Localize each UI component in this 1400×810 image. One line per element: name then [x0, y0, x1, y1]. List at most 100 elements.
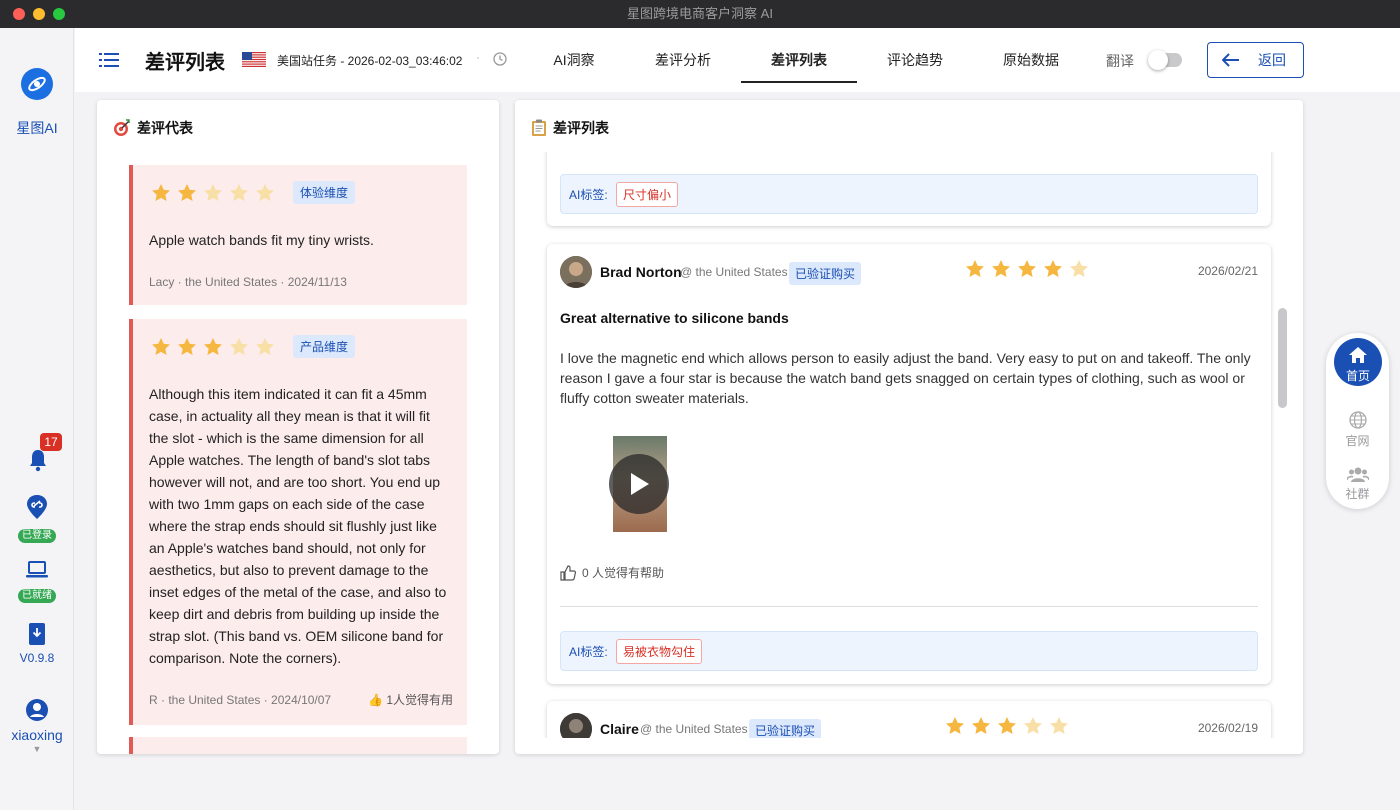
review-card: AI标签: 尺寸偏小	[547, 152, 1271, 226]
version-label: V0.9.8	[19, 651, 55, 665]
username-label: xiaoxing	[11, 727, 63, 743]
panel-title: 差评代表	[113, 118, 193, 138]
representative-review-card[interactable]	[129, 737, 467, 754]
star-filled-icon	[1044, 260, 1062, 277]
window-titlebar: 星图跨境电商客户洞察 AI	[0, 0, 1400, 28]
review-text: Although this item indicated it can fit …	[149, 386, 447, 666]
star-empty-icon	[204, 184, 222, 201]
user-avatar-icon	[26, 699, 48, 721]
star-filled-icon	[946, 717, 964, 734]
login-status-button[interactable]: 已登录	[0, 494, 74, 543]
review-list-scroll[interactable]: AI标签: 尺寸偏小 Brad Norton @ the United Stat…	[515, 152, 1303, 738]
app-sidebar: 星图AI 17 已登录 已就绪 V0.9.8 xiaoxing ▼	[0, 28, 74, 810]
device-status-button[interactable]: 已就绪	[0, 560, 74, 603]
tab-negative-analysis[interactable]: 差评分析	[625, 50, 741, 70]
star-rating	[151, 337, 275, 357]
helpful-button[interactable]: 0 人觉得有帮助	[560, 564, 664, 581]
star-empty-icon	[1050, 717, 1068, 734]
representative-review-card[interactable]: 产品维度 Although this item indicated it can…	[129, 319, 467, 725]
back-button-label: 返回	[1258, 52, 1286, 68]
reviewer-name: Brad Norton	[600, 264, 682, 280]
clipboard-icon	[532, 119, 546, 136]
target-icon	[114, 119, 130, 136]
panel-title-text: 差评代表	[137, 120, 193, 136]
avatar	[560, 256, 592, 288]
ai-tag-label: AI标签:	[569, 188, 608, 202]
back-button[interactable]: 返回	[1207, 42, 1304, 78]
star-filled-icon	[1018, 260, 1036, 277]
login-status-badge: 已登录	[18, 529, 56, 543]
group-icon	[1345, 467, 1370, 482]
community-label: 社群	[1345, 487, 1370, 501]
review-list-scrollbar[interactable]	[1278, 308, 1287, 408]
star-rating	[945, 716, 1069, 736]
star-filled-icon	[204, 338, 222, 355]
ai-tag-label: AI标签:	[569, 645, 608, 659]
community-button[interactable]: 社群	[1326, 466, 1389, 502]
star-filled-icon	[152, 338, 170, 355]
star-empty-icon	[230, 184, 248, 201]
review-date: 2026/02/19	[1197, 721, 1258, 735]
floating-nav: 首页 官网 社群	[1326, 333, 1389, 509]
official-site-button[interactable]: 官网	[1326, 411, 1389, 449]
review-date: 2026/02/21	[1197, 264, 1258, 278]
avatar	[560, 713, 592, 738]
star-filled-icon	[178, 184, 196, 201]
tab-ai-insight[interactable]: AI洞察	[516, 50, 632, 70]
star-empty-icon	[1024, 717, 1042, 734]
panel-title: 差评列表	[531, 118, 609, 138]
tab-negative-list[interactable]: 差评列表	[741, 50, 857, 70]
review-card: Claire @ the United States 已验证购买 2026/02…	[547, 701, 1271, 738]
star-filled-icon	[972, 717, 990, 734]
home-label: 首页	[1345, 369, 1370, 383]
review-body: I love the magnetic end which allows per…	[560, 350, 1251, 406]
review-title: Great alternative to silicone bands	[560, 310, 789, 326]
star-filled-icon	[998, 717, 1016, 734]
tab-raw-data[interactable]: 原始数据	[973, 50, 1089, 70]
play-icon[interactable]	[609, 454, 669, 514]
chevron-down-icon[interactable]: ▼	[0, 743, 74, 755]
star-empty-icon	[256, 184, 274, 201]
negative-review-list-panel: 差评列表 AI标签: 尺寸偏小 Brad Norton @ the United…	[515, 100, 1303, 754]
dimension-tag: 产品维度	[293, 335, 356, 358]
window-title: 星图跨境电商客户洞察 AI	[627, 6, 773, 21]
review-card: Brad Norton @ the United States 已验证购买 20…	[547, 244, 1271, 684]
reviewer-location: @ the United States	[640, 722, 748, 736]
ai-tag-box: AI标签: 尺寸偏小	[560, 174, 1258, 214]
ai-tag-box: AI标签: 易被衣物勾住	[560, 631, 1258, 671]
dimension-tag: 体验维度	[293, 181, 356, 204]
reviewer-name: Claire	[600, 721, 639, 737]
active-tab-indicator	[741, 81, 857, 83]
star-empty-icon	[256, 338, 274, 355]
helpful-count-text: 1人觉得有用	[386, 693, 453, 707]
representative-review-card[interactable]: 体验维度 Apple watch bands fit my tiny wrist…	[129, 165, 467, 305]
update-button[interactable]: V0.9.8	[0, 622, 74, 665]
review-meta: R · the United States · 2024/10/07	[149, 693, 332, 707]
notification-count-badge: 17	[40, 433, 62, 451]
star-filled-icon	[992, 260, 1010, 277]
representative-reviews-panel: 差评代表 体验维度 Apple watch bands fit my tiny …	[97, 100, 499, 754]
app-logo-label: 星图AI	[16, 120, 58, 136]
bell-icon	[30, 450, 46, 472]
reviewer-location: @ the United States	[680, 265, 788, 279]
menu-icon[interactable]	[99, 52, 119, 73]
user-menu[interactable]: xiaoxing ▼	[0, 698, 74, 755]
home-button[interactable]: 首页	[1334, 338, 1382, 386]
star-filled-icon	[152, 184, 170, 201]
ai-tag[interactable]: 易被衣物勾住	[616, 639, 703, 664]
globe-icon	[1348, 411, 1367, 429]
translate-toggle[interactable]	[1148, 50, 1182, 70]
device-status-badge: 已就绪	[18, 589, 56, 603]
phone-download-icon	[29, 623, 45, 645]
verified-purchase-badge: 已验证购买	[789, 262, 862, 285]
notifications-button[interactable]	[0, 448, 74, 477]
official-site-label: 官网	[1345, 434, 1370, 448]
star-rating	[151, 183, 275, 203]
thumbs-up-icon: 👍	[368, 693, 383, 707]
tab-review-trend[interactable]: 评论趋势	[857, 50, 973, 70]
link-pin-icon	[27, 495, 47, 519]
arrow-left-icon	[1222, 53, 1239, 67]
app-logo-icon[interactable]	[21, 68, 53, 100]
ai-tag[interactable]: 尺寸偏小	[616, 182, 679, 207]
clock-icon[interactable]	[493, 52, 507, 71]
